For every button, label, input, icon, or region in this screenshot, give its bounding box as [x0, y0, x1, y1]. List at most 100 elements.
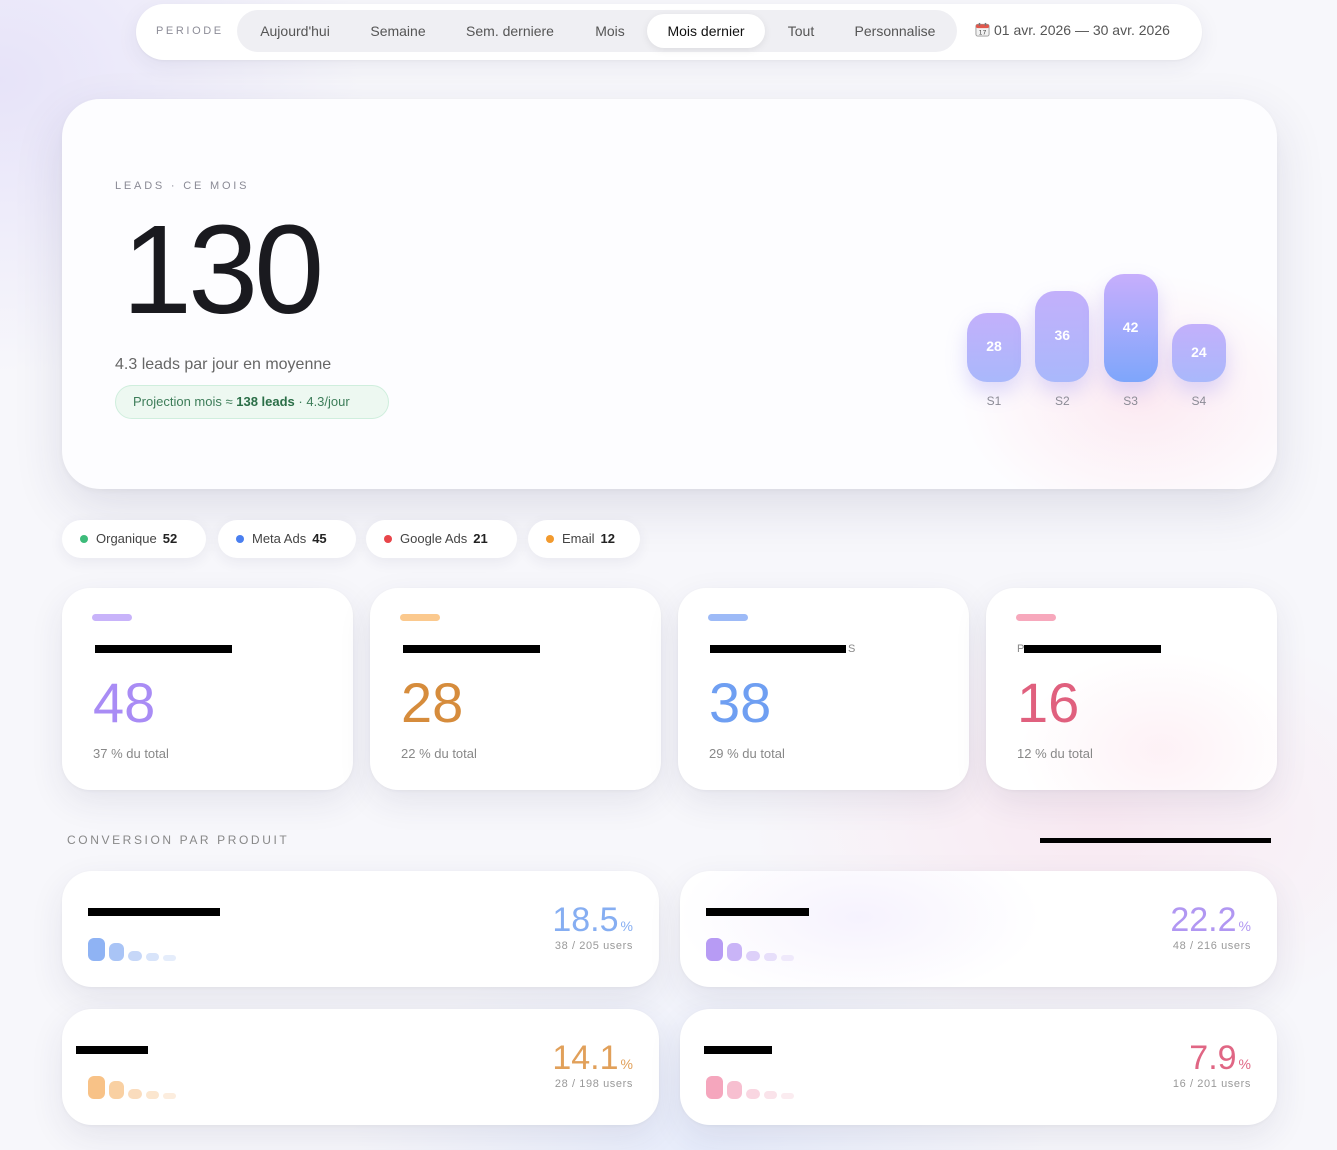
product-users: 48 / 216 users	[1172, 940, 1251, 952]
date-range-text: 01 avr. 2026 — 30 avr. 2026	[994, 22, 1170, 38]
source-dot	[546, 535, 554, 543]
source-name: Email	[562, 531, 595, 546]
week-bar-value: 24	[1191, 344, 1207, 360]
source-chip[interactable]: Email 12	[528, 520, 640, 558]
funnel-dot	[727, 943, 742, 961]
stat-value: 28	[401, 671, 464, 734]
stat-accent-bar	[708, 614, 748, 621]
conversion-section-label: CONVERSION PAR PRODUIT	[67, 833, 290, 847]
stat-title: S	[848, 643, 858, 655]
week-bar: 42	[1103, 274, 1158, 382]
week-label: S4	[1191, 394, 1207, 408]
funnel-dot	[706, 938, 723, 961]
funnel-dot	[781, 955, 794, 961]
funnel-dot	[109, 1081, 124, 1099]
source-name: Organique	[96, 531, 157, 546]
rate-percent: %	[1238, 918, 1251, 934]
product-name-redaction	[88, 908, 220, 916]
tab-3[interactable]: Mois	[583, 14, 637, 48]
source-count: 12	[600, 531, 615, 546]
hero-subtitle: 4.3 leads par jour en moyenne	[115, 356, 332, 373]
date-range[interactable]: 17 01 avr. 2026 — 30 avr. 2026	[975, 22, 1170, 38]
stat-card: P 16 12 % du total	[986, 588, 1277, 790]
rate-value: 18.5	[552, 901, 619, 939]
conversion-summary-redaction	[1040, 838, 1271, 843]
funnel-dot	[706, 1076, 723, 1099]
week-bar-value: 36	[1054, 327, 1071, 344]
week-bar-value: 28	[986, 338, 1002, 355]
rate-value: 14.1	[552, 1039, 619, 1077]
stat-card: 48 37 % du total	[62, 588, 353, 790]
funnel-dot	[128, 1089, 142, 1099]
source-dot	[80, 535, 88, 543]
funnel-dot	[727, 1081, 742, 1099]
stat-title-redaction	[1024, 645, 1161, 653]
stat-share: 37 % du total	[93, 746, 169, 761]
funnel-dot	[128, 951, 142, 961]
product-name-redaction	[706, 908, 809, 916]
tab-6[interactable]: Personnalise	[837, 14, 953, 48]
source-name: Meta Ads	[252, 531, 307, 546]
funnel-dot	[163, 955, 176, 961]
funnel-dot	[109, 943, 124, 961]
tab-1[interactable]: Semaine	[355, 14, 441, 48]
stat-accent-bar	[400, 614, 440, 621]
source-count: 21	[473, 531, 488, 546]
rate-value: 7.9	[1189, 1039, 1237, 1077]
source-chip[interactable]: Organique 52	[62, 520, 206, 558]
tab-4[interactable]: Mois dernier	[647, 14, 765, 48]
product-users: 16 / 201 users	[1172, 1078, 1251, 1090]
tab-0[interactable]: Aujourd'hui	[242, 14, 348, 48]
product-users: 28 / 198 users	[554, 1078, 633, 1090]
source-chip[interactable]: Google Ads 21	[366, 520, 517, 558]
funnel-dot	[746, 1089, 760, 1099]
product-users: 38 / 205 users	[554, 940, 633, 952]
stat-share: 29 % du total	[709, 746, 785, 761]
source-name: Google Ads	[400, 531, 468, 546]
funnel-dot	[88, 938, 105, 961]
stat-accent-bar	[92, 614, 132, 621]
source-dot	[236, 535, 244, 543]
rate-value: 22.2	[1170, 901, 1237, 939]
stat-card: 28 22 % du total	[370, 588, 661, 790]
projection-prefix: Projection mois ≈	[133, 394, 237, 409]
stat-card: S 38 29 % du total	[678, 588, 969, 790]
source-dot	[384, 535, 392, 543]
product-name-redaction	[76, 1046, 148, 1054]
product-conversion-rate: 14.1%	[552, 1039, 633, 1078]
stat-title-redaction	[403, 645, 540, 653]
hero-label: LEADS · CE MOIS	[115, 180, 250, 192]
stat-title-redaction	[95, 645, 232, 653]
product-card[interactable]: 14.1% 28 / 198 users	[62, 1009, 659, 1125]
product-conversion-rate: 22.2%	[1170, 901, 1251, 940]
period-label: PERIODE	[156, 25, 224, 37]
product-card[interactable]: 22.2% 48 / 216 users	[680, 871, 1277, 987]
stat-accent-bar	[1016, 614, 1056, 621]
tab-5[interactable]: Tout	[775, 14, 827, 48]
week-label: S2	[1054, 394, 1070, 408]
rate-percent: %	[620, 1056, 633, 1072]
week-bar: 28	[967, 312, 1021, 382]
product-card[interactable]: 7.9% 16 / 201 users	[680, 1009, 1277, 1125]
source-chip[interactable]: Meta Ads 45	[218, 520, 356, 558]
funnel-dot	[781, 1093, 794, 1099]
product-card[interactable]: 18.5% 38 / 205 users	[62, 871, 659, 987]
stat-value: 38	[709, 671, 772, 734]
projection-value: 138 leads	[236, 394, 295, 409]
funnel-dot	[746, 951, 760, 961]
source-count: 52	[162, 531, 178, 546]
rate-percent: %	[1238, 1056, 1251, 1072]
hero-value: 130	[122, 199, 324, 340]
week-label: S1	[986, 394, 1002, 408]
product-conversion-rate: 7.9%	[1189, 1039, 1251, 1078]
funnel-dot	[88, 1076, 105, 1099]
tab-2[interactable]: Sem. derniere	[450, 14, 570, 48]
stat-share: 12 % du total	[1017, 746, 1093, 761]
calendar-icon: 17	[975, 22, 990, 37]
funnel-dot	[146, 1091, 159, 1099]
week-bar-value: 42	[1122, 319, 1139, 335]
funnel-dot	[764, 953, 777, 961]
projection-suffix: · 4.3/jour	[294, 394, 350, 409]
product-conversion-rate: 18.5%	[552, 901, 633, 940]
projection-badge: Projection mois ≈ 138 leads · 4.3/jour	[115, 385, 389, 419]
